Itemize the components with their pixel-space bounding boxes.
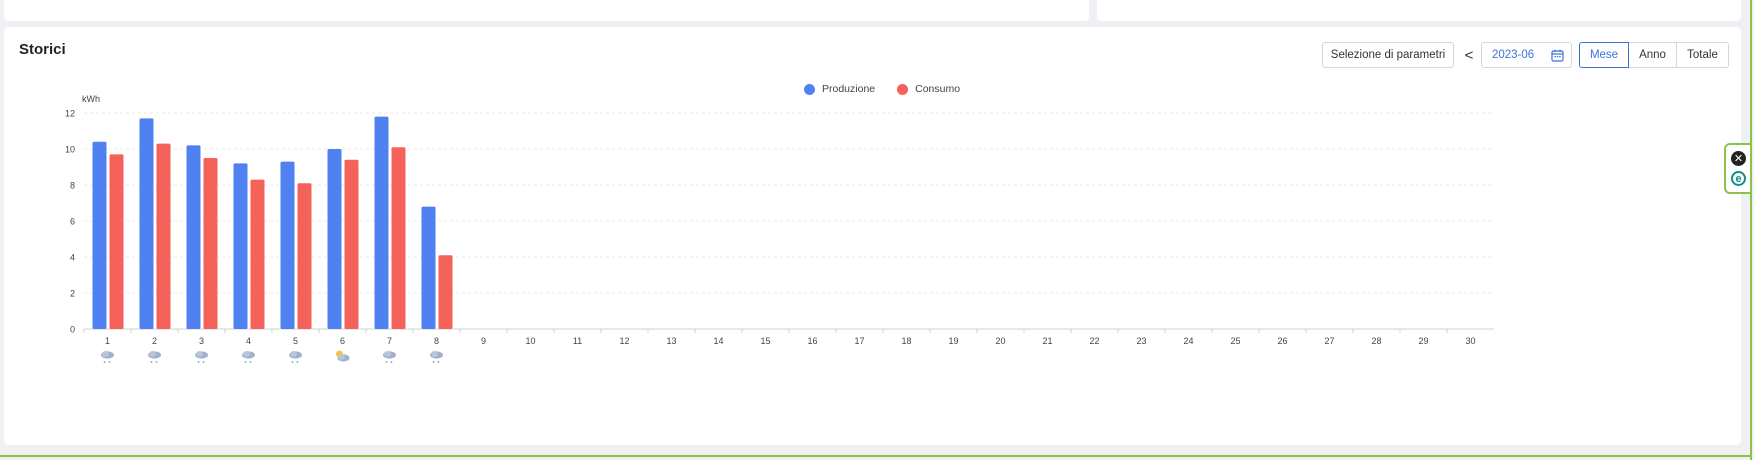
cloud-rain-icon <box>289 351 302 363</box>
frame-border-bottom <box>0 455 1752 457</box>
bar-consumo[interactable] <box>156 143 171 329</box>
x-tick-label: 9 <box>481 336 486 346</box>
cloud-rain-icon <box>383 351 396 363</box>
x-tick-label: 4 <box>246 336 251 346</box>
extension-e-icon[interactable]: e <box>1731 171 1746 186</box>
x-tick-label: 30 <box>1465 336 1475 346</box>
x-tick-label: 16 <box>807 336 817 346</box>
x-tick-label: 10 <box>525 336 535 346</box>
bar-produzione[interactable] <box>233 163 248 329</box>
bar-consumo[interactable] <box>344 159 359 329</box>
x-tick-label: 20 <box>995 336 1005 346</box>
y-tick-label: 0 <box>70 325 75 335</box>
x-tick-label: 29 <box>1418 336 1428 346</box>
top-card-left <box>4 0 1089 21</box>
tab-mese[interactable]: Mese <box>1579 42 1629 68</box>
x-tick-label: 13 <box>666 336 676 346</box>
y-axis-label: kWh <box>82 94 100 104</box>
cloud-rain-icon <box>101 351 114 363</box>
bar-produzione[interactable] <box>186 145 201 329</box>
bar-produzione[interactable] <box>280 161 295 329</box>
x-tick-label: 14 <box>713 336 723 346</box>
x-tick-label: 7 <box>387 336 392 346</box>
frame-border-right <box>1750 0 1752 460</box>
x-tick-label: 24 <box>1183 336 1193 346</box>
x-tick-label: 8 <box>434 336 439 346</box>
bar-produzione[interactable] <box>327 149 342 329</box>
close-icon[interactable]: ✕ <box>1731 151 1746 166</box>
x-tick-label: 11 <box>573 336 582 346</box>
bar-produzione[interactable] <box>92 141 107 329</box>
x-tick-label: 17 <box>854 336 864 346</box>
x-tick-label: 27 <box>1324 336 1334 346</box>
x-tick-label: 25 <box>1230 336 1240 346</box>
y-tick-label: 12 <box>65 109 75 119</box>
cloud-rain-icon <box>242 351 255 363</box>
bar-consumo[interactable] <box>391 147 406 329</box>
y-tick-label: 6 <box>70 217 75 227</box>
y-tick-label: 8 <box>70 181 75 191</box>
bar-consumo[interactable] <box>250 179 265 329</box>
bar-produzione[interactable] <box>139 118 154 330</box>
bar-produzione[interactable] <box>421 206 436 329</box>
x-tick-label: 2 <box>152 336 157 346</box>
cloud-rain-icon <box>430 351 443 363</box>
y-tick-label: 4 <box>70 253 75 263</box>
top-card-right <box>1097 0 1741 21</box>
x-tick-label: 5 <box>293 336 298 346</box>
x-tick-label: 23 <box>1136 336 1146 346</box>
side-extension-widget: ✕ e <box>1724 143 1750 194</box>
bar-consumo[interactable] <box>109 154 124 329</box>
bar-produzione[interactable] <box>374 116 389 329</box>
partly-cloudy-icon <box>336 350 350 362</box>
x-tick-label: 18 <box>901 336 911 346</box>
x-tick-label: 3 <box>199 336 204 346</box>
bar-consumo[interactable] <box>438 255 453 329</box>
x-tick-label: 28 <box>1371 336 1381 346</box>
bar-consumo[interactable] <box>203 158 218 329</box>
x-tick-label: 1 <box>105 336 110 346</box>
y-tick-label: 2 <box>70 289 75 299</box>
x-tick-label: 12 <box>619 336 629 346</box>
x-tick-label: 21 <box>1042 336 1052 346</box>
bar-consumo[interactable] <box>297 183 312 329</box>
y-tick-label: 10 <box>65 145 75 155</box>
x-tick-label: 22 <box>1089 336 1099 346</box>
history-panel: Storici Selezione di parametri < 2023-06… <box>4 27 1741 445</box>
history-bar-chart: kWh0246810121 2 3 4 5 6 7 8 9 10 11 12 13 14 15 16 17 18 1… <box>65 94 1494 363</box>
cloud-rain-icon <box>148 351 161 363</box>
x-tick-label: 19 <box>948 336 958 346</box>
cloud-rain-icon <box>195 351 208 363</box>
x-tick-label: 6 <box>340 336 345 346</box>
x-tick-label: 15 <box>760 336 770 346</box>
x-tick-label: 26 <box>1277 336 1287 346</box>
